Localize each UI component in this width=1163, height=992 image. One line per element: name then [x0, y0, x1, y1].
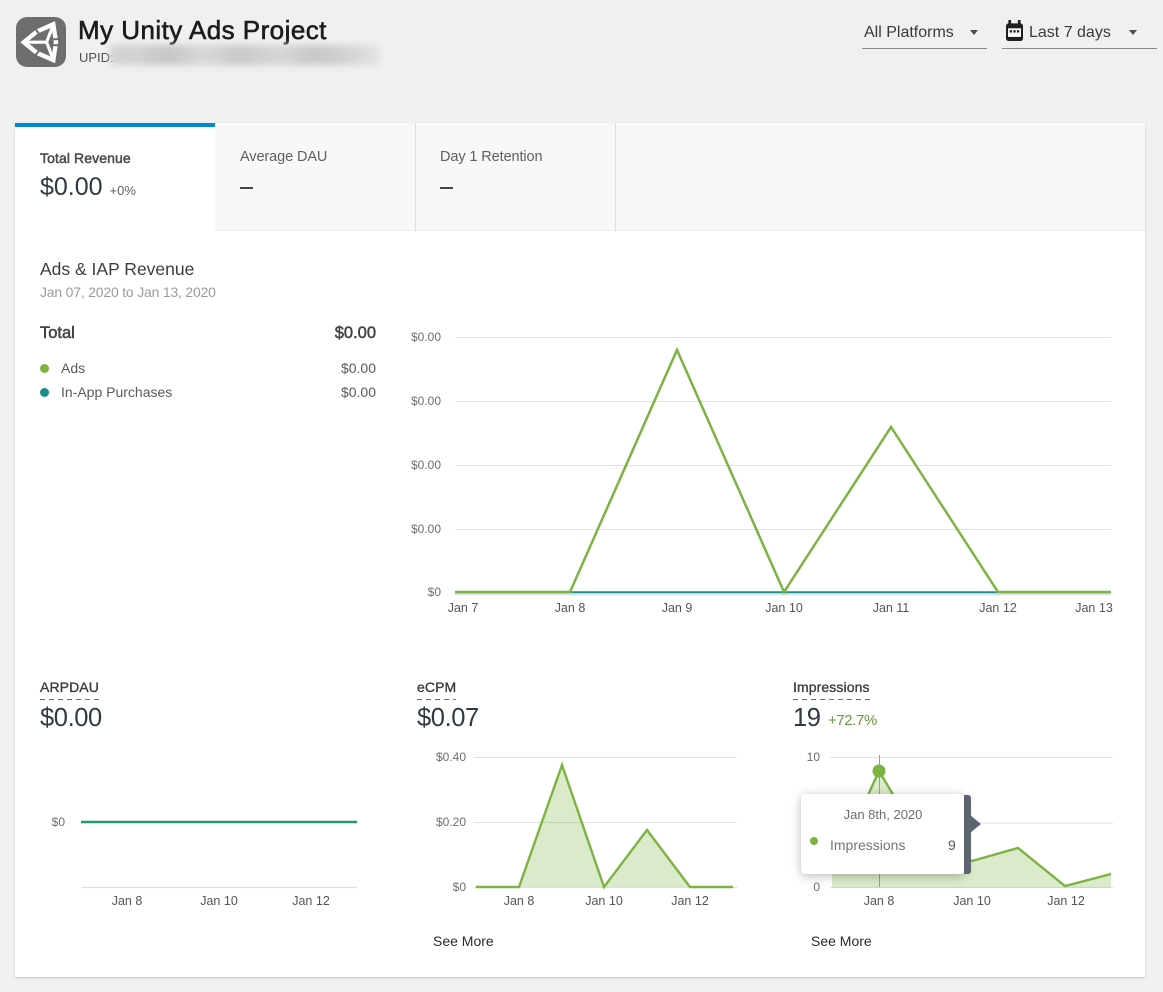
svg-text:Jan 8: Jan 8: [504, 894, 535, 908]
svg-text:10: 10: [807, 750, 821, 764]
svg-text:$0.00: $0.00: [411, 330, 441, 344]
svg-text:Jan 12: Jan 12: [671, 894, 709, 908]
svg-text:Jan 12: Jan 12: [292, 894, 330, 908]
svg-text:Jan 10: Jan 10: [953, 894, 991, 908]
svg-text:$0.00: $0.00: [411, 394, 441, 408]
svg-text:$0.40: $0.40: [436, 750, 466, 764]
svg-text:Jan 8: Jan 8: [864, 894, 895, 908]
svg-text:$0: $0: [52, 815, 66, 829]
svg-text:Jan 9: Jan 9: [662, 601, 693, 615]
svg-text:$0: $0: [428, 585, 442, 599]
svg-text:$0.00: $0.00: [411, 458, 441, 472]
svg-text:Jan 11: Jan 11: [873, 601, 910, 615]
svg-text:Jan 8: Jan 8: [112, 894, 143, 908]
svg-text:Jan 13: Jan 13: [1075, 601, 1113, 615]
svg-text:Jan 12: Jan 12: [1047, 894, 1085, 908]
svg-text:$0.20: $0.20: [436, 815, 466, 829]
svg-text:$0: $0: [453, 880, 467, 894]
svg-text:Jan 10: Jan 10: [765, 601, 803, 615]
svg-text:$0.00: $0.00: [411, 522, 441, 536]
svg-text:Jan 7: Jan 7: [448, 601, 479, 615]
svg-text:Jan 10: Jan 10: [585, 894, 623, 908]
svg-text:0: 0: [813, 880, 820, 894]
svg-text:Jan 12: Jan 12: [979, 601, 1017, 615]
svg-text:Jan 8: Jan 8: [555, 601, 586, 615]
svg-text:Jan 10: Jan 10: [200, 894, 238, 908]
